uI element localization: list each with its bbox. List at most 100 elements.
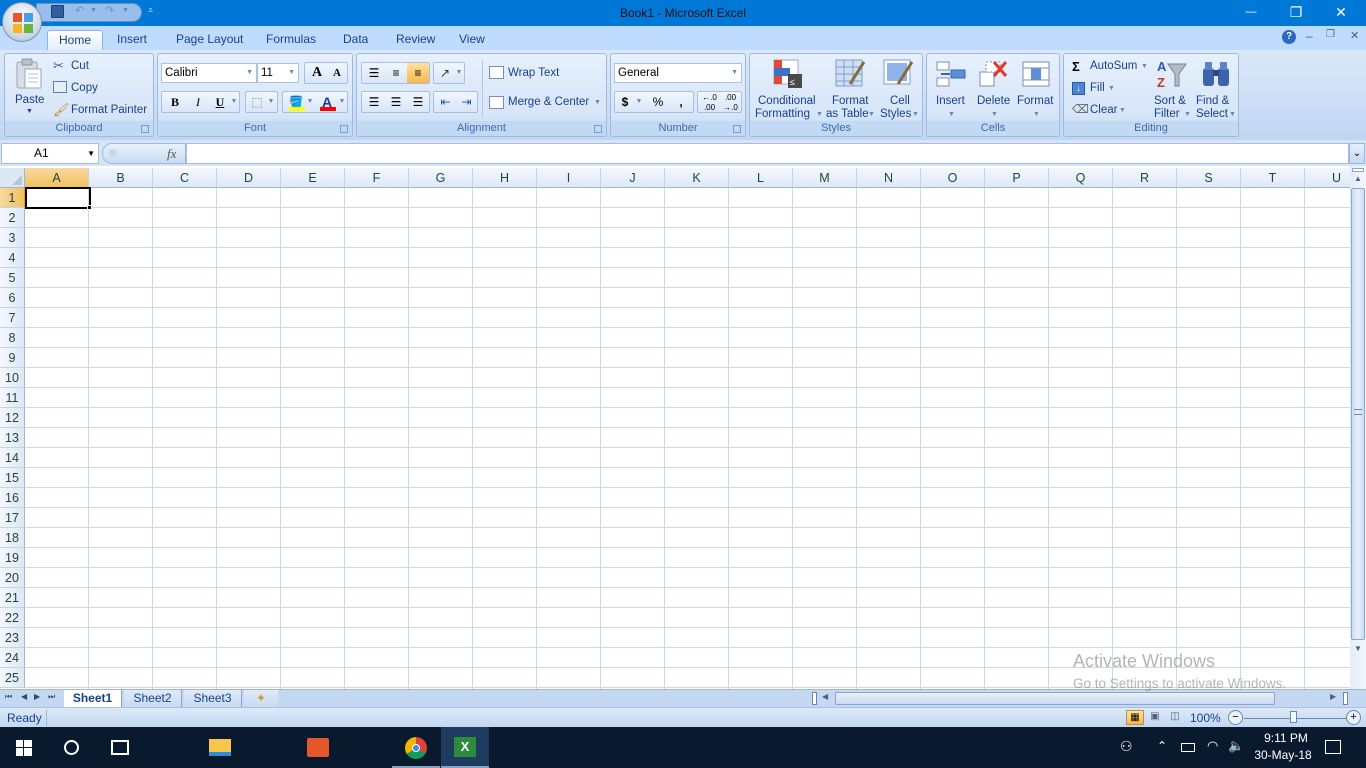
people-icon[interactable]: ⚇ (1120, 738, 1133, 755)
number-format-select[interactable]: General ▼ (614, 63, 742, 83)
formula-input[interactable] (186, 143, 1349, 164)
clear-button[interactable]: Clear (1090, 104, 1117, 116)
merge-center-button[interactable]: Merge & Center (508, 96, 589, 108)
orientation-button[interactable]: ↗ ▼ (433, 62, 465, 84)
column-header-h[interactable]: H (473, 168, 537, 188)
customize-qat-icon[interactable]: ⩡ (148, 5, 153, 16)
column-header-f[interactable]: F (345, 168, 409, 188)
function-area-handle-icon[interactable] (109, 149, 117, 157)
insert-sheet-button[interactable]: ✦ (244, 690, 278, 707)
align-top-button[interactable]: ☰ (363, 63, 385, 83)
conditional-formatting-button[interactable]: ≤ Conditional Formatting ▼ (752, 56, 824, 120)
row-header-24[interactable]: 24 (0, 648, 25, 668)
row-header-10[interactable]: 10 (0, 368, 25, 388)
row-header-6[interactable]: 6 (0, 288, 25, 308)
row-header-3[interactable]: 3 (0, 228, 25, 248)
hsplit-box[interactable] (1343, 692, 1348, 705)
restore-button[interactable]: ❐ (1273, 0, 1319, 26)
row-header-13[interactable]: 13 (0, 428, 25, 448)
increase-indent-button[interactable]: ⇥ (456, 92, 477, 112)
align-bottom-button[interactable]: ≡ (407, 63, 429, 83)
column-header-e[interactable]: E (281, 168, 345, 188)
fill-button[interactable]: Fill (1090, 82, 1105, 94)
column-header-b[interactable]: B (89, 168, 153, 188)
row-header-1[interactable]: 1 (0, 188, 25, 208)
save-icon[interactable] (51, 5, 64, 18)
grow-font-button[interactable]: A (307, 63, 327, 83)
cell-styles-button[interactable]: Cell Styles ▼ (876, 56, 922, 120)
column-header-t[interactable]: T (1241, 168, 1305, 188)
row-header-8[interactable]: 8 (0, 328, 25, 348)
find-select-button[interactable]: Find & Select ▼ (1194, 56, 1238, 120)
tab-insert[interactable]: Insert (106, 30, 158, 50)
workbook-restore-button[interactable]: ❐ (1326, 29, 1335, 40)
workbook-minimize-button[interactable]: – (1306, 29, 1313, 43)
scroll-left-button[interactable]: ◀ (822, 692, 828, 701)
row-header-20[interactable]: 20 (0, 568, 25, 588)
font-color-dropdown-icon[interactable]: ▼ (337, 92, 347, 112)
last-sheet-button[interactable]: ⏭ (48, 692, 55, 702)
select-all-button[interactable] (0, 168, 25, 188)
clock-time[interactable]: 9:11 PM (1256, 731, 1316, 745)
column-header-a[interactable]: A (25, 168, 89, 188)
row-header-25[interactable]: 25 (0, 668, 25, 688)
column-header-k[interactable]: K (665, 168, 729, 188)
row-header-9[interactable]: 9 (0, 348, 25, 368)
row-header-16[interactable]: 16 (0, 488, 25, 508)
row-header-23[interactable]: 23 (0, 628, 25, 648)
show-hidden-icons-button[interactable]: ⌃ (1157, 739, 1167, 753)
row-header-4[interactable]: 4 (0, 248, 25, 268)
bold-button[interactable]: B (164, 92, 186, 112)
zoom-out-button[interactable]: − (1228, 710, 1243, 725)
vertical-scrollbar[interactable]: ▲ ▼ (1350, 166, 1366, 689)
insert-cells-button[interactable]: Insert ▼ (929, 56, 973, 120)
column-header-r[interactable]: R (1113, 168, 1177, 188)
name-box-dropdown-icon[interactable]: ▼ (87, 144, 95, 163)
zoom-slider-thumb[interactable] (1290, 711, 1297, 723)
scroll-down-button[interactable]: ▼ (1350, 644, 1366, 658)
fill-handle[interactable] (87, 205, 92, 210)
font-dialog-launcher[interactable] (340, 125, 348, 133)
decrease-indent-button[interactable]: ⇤ (435, 92, 456, 112)
insert-function-button[interactable]: fx (167, 146, 176, 162)
align-left-button[interactable]: ☰ (363, 92, 385, 112)
row-header-18[interactable]: 18 (0, 528, 25, 548)
sheet-tab-sheet1[interactable]: Sheet1 (64, 690, 122, 707)
tab-view[interactable]: View (448, 30, 496, 50)
font-size-select[interactable]: 11 ▼ (257, 63, 299, 83)
minimize-button[interactable]: — (1228, 0, 1274, 26)
clear-dropdown-icon[interactable]: ▼ (1119, 107, 1126, 114)
horizontal-scroll-thumb[interactable] (835, 692, 1275, 705)
office-button[interactable] (2, 2, 42, 42)
fill-dropdown-icon[interactable]: ▼ (1108, 85, 1115, 92)
column-header-l[interactable]: L (729, 168, 793, 188)
column-header-n[interactable]: N (857, 168, 921, 188)
redo-dropdown-icon[interactable]: ▼ (122, 7, 129, 14)
shrink-font-button[interactable]: A (327, 63, 347, 83)
format-cells-button[interactable]: Format ▼ (1015, 56, 1059, 120)
column-header-g[interactable]: G (409, 168, 473, 188)
row-header-11[interactable]: 11 (0, 388, 25, 408)
cut-button[interactable]: Cut (71, 60, 89, 72)
clock-date[interactable]: 30-May-18 (1248, 748, 1318, 762)
tab-home[interactable]: Home (47, 30, 104, 50)
format-painter-button[interactable]: Format Painter (71, 104, 147, 116)
normal-view-button[interactable]: ▦ (1126, 710, 1144, 725)
underline-button[interactable]: U (210, 92, 230, 112)
scroll-up-button[interactable]: ▲ (1350, 174, 1366, 188)
wrap-text-button[interactable]: Wrap Text (508, 67, 559, 79)
redo-icon[interactable]: ↷ (105, 4, 114, 17)
font-name-select[interactable]: Calibri ▼ (161, 63, 257, 83)
row-header-21[interactable]: 21 (0, 588, 25, 608)
row-header-22[interactable]: 22 (0, 608, 25, 628)
tab-formulas[interactable]: Formulas (255, 30, 327, 50)
search-button[interactable] (48, 727, 96, 768)
tab-review[interactable]: Review (385, 30, 446, 50)
name-box[interactable]: A1 ▼ (1, 143, 99, 164)
action-center-icon[interactable] (1325, 740, 1341, 754)
scroll-right-button[interactable]: ▶ (1330, 692, 1336, 701)
active-cell[interactable] (25, 187, 91, 209)
italic-button[interactable]: I (187, 92, 209, 112)
tab-split-handle[interactable] (812, 692, 817, 705)
currency-button[interactable]: $ (616, 92, 634, 112)
